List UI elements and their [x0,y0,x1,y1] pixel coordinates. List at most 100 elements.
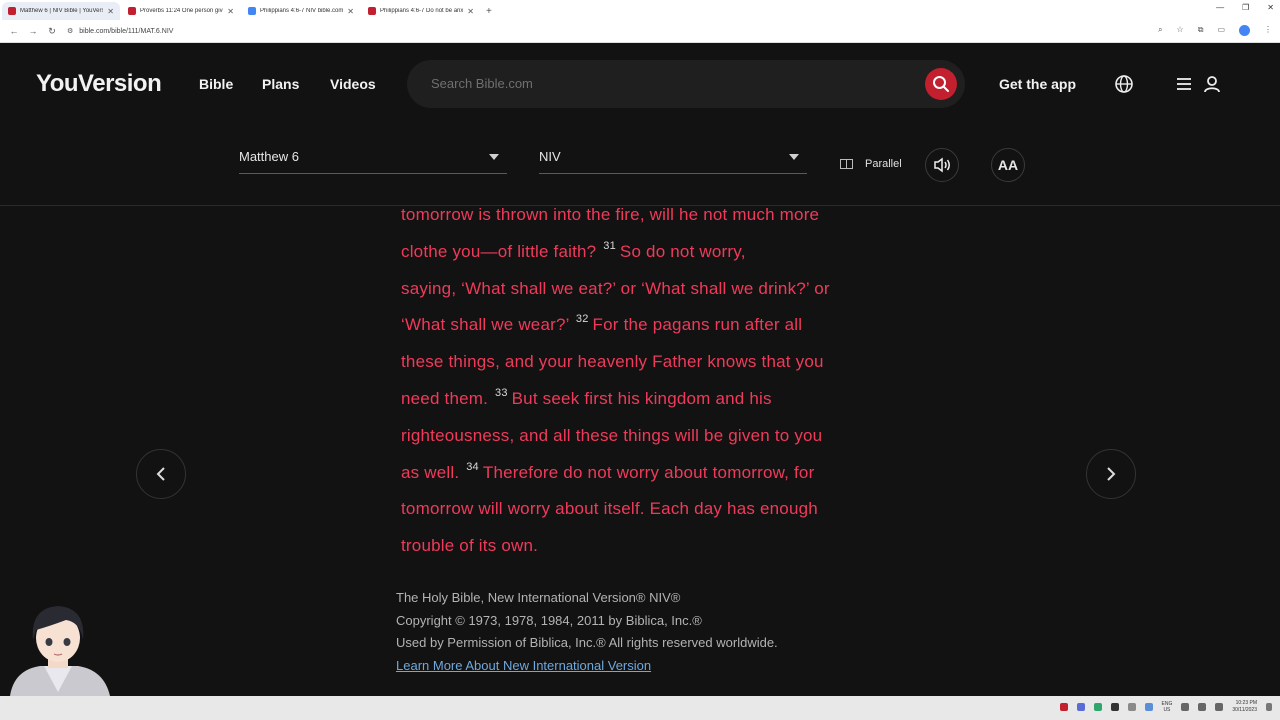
maximize-icon[interactable]: ❐ [1242,3,1249,12]
url-text: bible.com/bible/111/MAT.6.NIV [79,27,174,35]
language-bottom: US [1163,707,1171,713]
language-indicator[interactable]: ENG US [1162,701,1173,713]
verse-text: For the pagans run after all [592,315,803,335]
verse-number: 34 [466,460,479,473]
nav-plans[interactable]: Plans [262,76,299,92]
verse-text: Therefore do not worry about tomorrow, f… [482,462,815,482]
copyright-block: The Holy Bible, New International Versio… [396,587,778,677]
sidebar-icon[interactable]: ▭ [1217,25,1225,36]
chevron-down-icon [489,154,499,160]
close-tab-icon[interactable]: ✕ [347,7,354,16]
book-chapter-value: Matthew 6 [239,149,299,164]
url-field[interactable]: ⚙ bible.com/bible/111/MAT.6.NIV [67,23,1177,40]
verse-text: tomorrow is thrown into the fire, will h… [401,205,820,224]
minimize-icon[interactable]: — [1216,3,1224,12]
browser-tab[interactable]: Philippians 4:6-7 Do not be anx ✕ [362,2,480,20]
profile-avatar-icon[interactable] [1239,25,1250,36]
chevron-right-icon [1107,467,1116,481]
streamer-avatar [10,606,110,696]
user-account-icon[interactable] [1201,73,1223,95]
verse-text: trouble of its own. [401,536,539,556]
menu-icon[interactable] [1173,73,1195,95]
clock-date: 30/11/2023 [1232,707,1257,713]
chevron-left-icon [156,467,165,481]
bible-passage: tomorrow is thrown into the fire, will h… [401,197,875,565]
passage-line: ‘What shall we wear?’ 32 For the pagans r… [401,307,875,344]
wifi-icon[interactable] [1181,703,1190,711]
passage-line: saying, ‘What shall we eat?’ or ‘What sh… [401,271,875,308]
nav-bible[interactable]: Bible [199,76,233,92]
forward-icon[interactable]: → [28,26,38,36]
bookmark-star-icon[interactable]: ☆ [1177,25,1184,36]
notification-icon[interactable] [1266,703,1272,711]
passage-line: as well. 34 Therefore do not worry about … [401,455,875,492]
font-settings-button[interactable]: AA [991,148,1025,182]
favicon-icon [8,7,16,15]
browser-tab-strip: Matthew 6 | NIV Bible | YouVers ✕ Prover… [0,0,1280,20]
next-chapter-button[interactable] [1086,449,1136,499]
globe-icon[interactable] [1113,73,1135,95]
tray-app-icon[interactable] [1127,703,1136,711]
search-input[interactable]: Search Bible.com [407,60,965,108]
verse-text: ‘What shall we wear?’ [401,315,569,335]
version-select[interactable]: NIV [539,144,807,174]
reload-icon[interactable]: ↻ [47,26,57,37]
extensions-icon[interactable]: ⧉ [1198,25,1204,36]
address-bar-row: ← → ↻ ⚙ bible.com/bible/111/MAT.6.NIV ⌕ … [0,20,1280,43]
passage-line: tomorrow will worry about itself. Each d… [401,491,875,528]
passage-line: righteousness, and all these things will… [401,418,875,455]
new-tab-icon[interactable]: + [486,2,492,20]
passage-line: these things, and your heavenly Father k… [401,344,875,381]
search-button[interactable] [925,68,957,100]
browser-tab[interactable]: Matthew 6 | NIV Bible | YouVers ✕ [2,2,120,20]
system-tray: ENG US 10:23 PM 30/11/2023 [1059,700,1272,714]
verse-number: 33 [495,386,508,399]
book-chapter-select[interactable]: Matthew 6 [239,144,507,174]
close-tab-icon[interactable]: ✕ [227,7,234,16]
tab-title: Philippians 4:6-7 Do not be anx [380,8,464,14]
site-info-icon[interactable]: ⚙ [67,27,73,35]
tray-app-icon[interactable] [1110,703,1119,711]
close-tab-icon[interactable]: ✕ [467,7,474,16]
previous-chapter-button[interactable] [136,449,186,499]
close-window-icon[interactable]: ✕ [1267,3,1274,12]
copyright-line: Copyright © 1973, 1978, 1984, 2011 by Bi… [396,612,702,628]
audio-button[interactable] [925,148,959,182]
close-tab-icon[interactable]: ✕ [107,7,114,16]
search-icon [933,76,949,92]
verse-text: clothe you—of little faith? [401,241,597,261]
taskbar-clock[interactable]: 10:23 PM 30/11/2023 [1232,700,1257,714]
verse-number: 31 [603,239,616,252]
verse-text: tomorrow will worry about itself. Each d… [401,499,818,519]
passage-line: need them. 33 But seek first his kingdom … [401,381,875,418]
search-placeholder: Search Bible.com [431,76,533,91]
parallel-label: Parallel [865,158,902,170]
tray-app-icon[interactable] [1076,703,1085,711]
browser-toolbar-icons: ⌕ ☆ ⧉ ▭ ⋮ [1158,25,1272,36]
verse-text: as well. [401,462,460,482]
zoom-icon[interactable]: ⌕ [1158,25,1162,36]
tray-app-icon[interactable] [1093,703,1102,711]
nav-videos[interactable]: Videos [330,76,376,92]
back-icon[interactable]: ← [9,26,19,36]
browser-menu-icon[interactable]: ⋮ [1264,25,1272,36]
tray-app-icon[interactable] [1059,703,1068,711]
parallel-button[interactable]: Parallel [840,158,902,170]
copyright-line: The Holy Bible, New International Versio… [396,590,681,605]
youversion-logo[interactable]: YouVersion [36,70,162,98]
browser-tab[interactable]: Proverbs 11:24 One person give ✕ [122,2,240,20]
reader-toolbar: Matthew 6 NIV Parallel AA [0,124,1280,206]
tab-title: Matthew 6 | NIV Bible | YouVers [20,8,104,14]
tab-title: Philippians 4:6-7 NIV bible.com [260,8,344,14]
battery-icon[interactable] [1215,703,1224,711]
passage-line: trouble of its own. [401,528,875,565]
verse-text: So do not worry, [619,241,746,261]
parallel-columns-icon [840,159,853,169]
get-app-link[interactable]: Get the app [999,76,1076,92]
learn-more-link[interactable]: Learn More About New International Versi… [396,655,778,678]
browser-tab[interactable]: Philippians 4:6-7 NIV bible.com ✕ [242,2,360,20]
volume-icon[interactable] [1198,703,1207,711]
version-value: NIV [539,149,561,164]
tray-app-icon[interactable] [1144,703,1153,711]
windows-taskbar: ENG US 10:23 PM 30/11/2023 [0,696,1280,720]
